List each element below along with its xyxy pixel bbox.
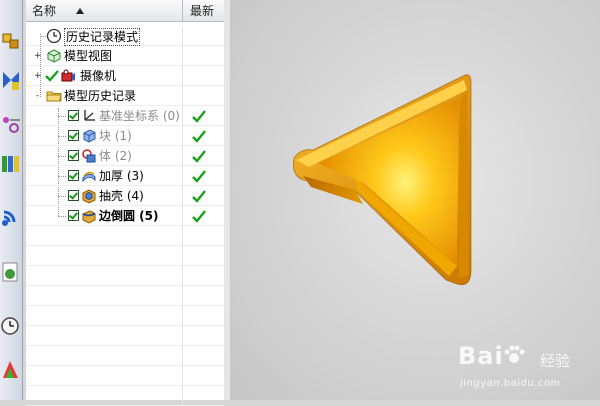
visibility-checkbox[interactable] (68, 210, 79, 221)
empty-row (26, 306, 224, 326)
column-separator[interactable] (182, 0, 183, 22)
tree-row-label: 模型历史记录 (64, 89, 137, 103)
visibility-checkbox[interactable] (68, 130, 79, 141)
tree-connector-line (58, 156, 66, 158)
thicken-icon (81, 168, 97, 184)
column-gridline (182, 186, 183, 206)
part-navigator-panel: 名称 最新 历史记录模式 + 模型视图 + 摄像机 - 模型历史记录 基准坐标系… (26, 0, 225, 406)
empty-row (26, 246, 224, 266)
empty-row (26, 286, 224, 306)
visibility-checkbox[interactable] (68, 170, 79, 181)
tree-connector-line (58, 216, 66, 218)
process-studio-icon[interactable] (0, 356, 22, 384)
up-to-date-check-icon (192, 208, 206, 224)
column-gridline (182, 66, 183, 86)
clock-icon (46, 28, 62, 44)
up-to-date-check-icon (192, 168, 206, 184)
folder-icon (46, 88, 62, 104)
watermark-text: 经验 (540, 352, 571, 370)
tree-row-shell[interactable]: 抽壳 (4) (26, 186, 224, 206)
navigator-header: 名称 最新 (26, 0, 224, 22)
tree-row-label: 加厚 (3) (99, 169, 144, 183)
assembly-navigator-icon[interactable] (0, 28, 22, 56)
constraint-navigator-icon[interactable] (0, 66, 22, 94)
tree-connector-line (58, 136, 66, 138)
column-header-name[interactable]: 名称 (32, 0, 182, 22)
system-materials-icon[interactable] (0, 312, 22, 340)
sort-ascending-icon (76, 8, 84, 14)
collapse-minus-icon[interactable]: - (34, 92, 41, 101)
column-gridline (182, 46, 183, 66)
tree-row-label: 基准坐标系 (0) (99, 109, 180, 123)
tree-connector-line (58, 196, 66, 198)
paw-icon (504, 345, 525, 363)
up-to-date-check-icon (192, 108, 206, 124)
up-to-date-check-icon (192, 128, 206, 144)
column-gridline (182, 146, 183, 166)
body-icon (81, 148, 97, 164)
visibility-checkbox[interactable] (68, 110, 79, 121)
graphics-viewport[interactable]: Bai 经验 jingyan.baidu.com (231, 0, 600, 400)
tree-row-label: 边倒圆 (5) (99, 209, 159, 223)
block-icon (81, 128, 97, 144)
camera-icon (60, 68, 76, 84)
watermark-url: jingyan.baidu.com (460, 378, 561, 389)
column-gridline (182, 206, 183, 226)
empty-row (26, 346, 224, 366)
visibility-checkbox[interactable] (68, 150, 79, 161)
panel-splitter[interactable] (224, 0, 231, 400)
empty-row (26, 386, 224, 406)
tree-connector-line (58, 116, 66, 118)
column-gridline (182, 26, 183, 46)
up-to-date-check-icon (192, 148, 206, 164)
tree-row-label: 历史记录模式 (64, 28, 141, 46)
tree-row-block[interactable]: 块 (1) (26, 126, 224, 146)
part-navigator-icon[interactable] (0, 110, 22, 138)
tree-row-label: 块 (1) (99, 129, 132, 143)
tree-row-edge-blend[interactable]: 边倒圆 (5) (26, 206, 224, 226)
shell-icon (81, 188, 97, 204)
edge-blend-icon (81, 208, 97, 224)
tree-row-model-views[interactable]: + 模型视图 (26, 46, 224, 66)
web-browser-icon[interactable] (0, 204, 22, 232)
tree-row-label: 摄像机 (80, 69, 117, 83)
column-header-latest[interactable]: 最新 (190, 0, 224, 22)
reuse-library-icon[interactable] (0, 150, 22, 178)
tree-row-label: 体 (2) (99, 149, 132, 163)
resource-bar (0, 0, 23, 400)
tree-row-thicken[interactable]: 加厚 (3) (26, 166, 224, 186)
up-to-date-check-icon (192, 188, 206, 204)
model-views-icon (46, 48, 62, 64)
watermark: Bai 经验 jingyan.baidu.com (440, 340, 600, 400)
watermark-logo: Bai (458, 342, 504, 370)
empty-row (26, 266, 224, 286)
tree-row-label: 模型视图 (64, 49, 113, 63)
column-gridline (182, 166, 183, 186)
check-icon (44, 68, 60, 84)
column-gridline (182, 126, 183, 146)
tree-row-cameras[interactable]: + 摄像机 (26, 66, 224, 86)
tree-row-label: 抽壳 (4) (99, 189, 144, 203)
history-icon[interactable] (0, 258, 22, 286)
datum-csys-icon (81, 108, 97, 124)
empty-row (26, 326, 224, 346)
column-gridline (182, 86, 183, 106)
tree-row-body[interactable]: 体 (2) (26, 146, 224, 166)
expand-plus-icon[interactable]: + (34, 52, 42, 61)
tree-connector-line (58, 176, 66, 178)
tree-row-datum-csys[interactable]: 基准坐标系 (0) (26, 106, 224, 126)
tree-row-history-mode[interactable]: 历史记录模式 (26, 26, 224, 46)
empty-row (26, 226, 224, 246)
expand-plus-icon[interactable]: + (34, 72, 42, 81)
tree-row-model-history[interactable]: - 模型历史记录 (26, 86, 224, 106)
column-gridline (182, 106, 183, 126)
empty-row (26, 366, 224, 386)
visibility-checkbox[interactable] (68, 190, 79, 201)
